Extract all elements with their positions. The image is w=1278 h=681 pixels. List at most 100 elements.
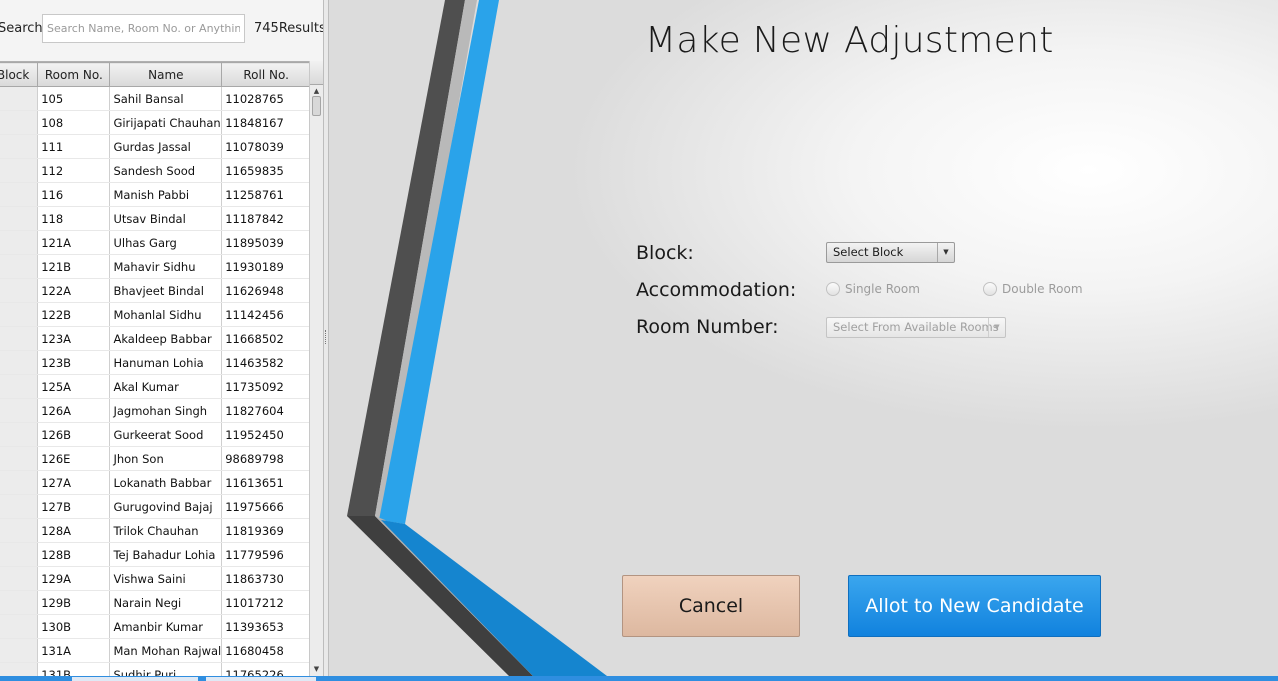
cell-block [0,590,39,615]
column-header-roll[interactable]: Roll No. [221,62,311,87]
table-row[interactable]: 127B Gurugovind Bajaj 11975666 [0,494,311,519]
cell-roll-no: 11680458 [221,638,311,663]
table-row[interactable]: 126A Jagmohan Singh 11827604 [0,398,311,423]
cell-room-no: 126A [37,398,111,423]
table-row[interactable]: 123A Akaldeep Babbar 11668502 [0,326,311,351]
cell-name: Sandesh Sood [109,158,223,183]
cancel-button[interactable]: Cancel [622,575,800,637]
cell-name: Man Mohan Rajwal [109,638,223,663]
cell-name: Narain Negi [109,590,223,615]
cell-name: Gurdas Jassal [109,134,223,159]
table-row[interactable]: 123B Hanuman Lohia 11463582 [0,350,311,375]
table-row[interactable]: 130B Amanbir Kumar 11393653 [0,614,311,639]
cell-block [0,542,39,567]
cell-block [0,662,39,676]
table-row[interactable]: 126B Gurkeerat Sood 11952450 [0,422,311,447]
cell-block [0,350,39,375]
table-row[interactable]: 108 Girijapati Chauhan 11848167 [0,110,311,135]
table-row[interactable]: 121B Mahavir Sidhu 11930189 [0,254,311,279]
double-room-radio[interactable]: Double Room [983,282,1083,296]
table-row[interactable]: 111 Gurdas Jassal 11078039 [0,134,311,159]
cell-room-no: 126B [37,422,111,447]
table-scrollbar[interactable]: ▲ ▼ [309,61,323,676]
allot-new-candidate-button[interactable]: Allot to New Candidate [848,575,1101,637]
cell-name: Trilok Chauhan [109,518,223,543]
cell-block [0,206,39,231]
single-room-radio[interactable]: Single Room [826,282,920,296]
taskbar-tab[interactable] [72,677,198,681]
cell-roll-no: 11819369 [221,518,311,543]
cell-name: Gurugovind Bajaj [109,494,223,519]
cell-block [0,566,39,591]
cell-room-no: 126E [37,446,111,471]
cell-room-no: 108 [37,110,111,135]
table-row[interactable]: 131A Man Mohan Rajwal 11680458 [0,638,311,663]
cell-name: Bhavjeet Bindal [109,278,223,303]
table-row[interactable]: 129B Narain Negi 11017212 [0,590,311,615]
table-row[interactable]: 125A Akal Kumar 11735092 [0,374,311,399]
table-row[interactable]: 131B Sudhir Puri 11765226 [0,662,311,676]
candidate-table: Block Room No. Name Roll No. 105 Sahil Ba… [0,61,323,676]
cell-name: Sudhir Puri [109,662,223,676]
cell-roll-no: 11895039 [221,230,311,255]
cell-roll-no: 11735092 [221,374,311,399]
cell-block [0,422,39,447]
cell-roll-no: 11779596 [221,542,311,567]
block-select[interactable]: Select Block ▼ [826,242,955,263]
table-row[interactable]: 105 Sahil Bansal 11028765 [0,86,311,111]
table-row[interactable]: 128B Tej Bahadur Lohia 11779596 [0,542,311,567]
radio-circle-icon [983,282,997,296]
gray-stripe-upper [375,0,477,520]
column-header-block[interactable]: Block [0,62,39,87]
cell-name: Lokanath Babbar [109,470,223,495]
cell-roll-no: 11863730 [221,566,311,591]
block-select-value: Select Block [833,245,904,259]
cell-name: Sahil Bansal [109,86,223,111]
cell-roll-no: 11848167 [221,110,311,135]
cell-room-no: 129B [37,590,111,615]
cell-roll-no: 11765226 [221,662,311,676]
column-header-name[interactable]: Name [109,62,223,87]
table-row[interactable]: 118 Utsav Bindal 11187842 [0,206,311,231]
column-header-room[interactable]: Room No. [37,62,111,87]
scrollbar-thumb[interactable] [312,96,321,116]
cell-name: Jhon Son [109,446,223,471]
cell-roll-no: 11187842 [221,206,311,231]
cell-room-no: 128A [37,518,111,543]
cell-roll-no: 11078039 [221,134,311,159]
table-row[interactable]: 127A Lokanath Babbar 11613651 [0,470,311,495]
table-row[interactable]: 129A Vishwa Saini 11863730 [0,566,311,591]
cell-room-no: 121A [37,230,111,255]
block-label: Block: [636,242,694,264]
cell-name: Tej Bahadur Lohia [109,542,223,567]
cell-room-no: 112 [37,158,111,183]
table-row[interactable]: 121A Ulhas Garg 11895039 [0,230,311,255]
double-room-label: Double Room [1002,282,1083,296]
cell-block [0,182,39,207]
cell-roll-no: 11463582 [221,350,311,375]
table-row[interactable]: 126E Jhon Son 98689798 [0,446,311,471]
room-number-select[interactable]: Select From Available Rooms ▼ [826,317,1006,338]
arrow-down-icon[interactable]: ▼ [312,665,321,674]
cell-name: Gurkeerat Sood [109,422,223,447]
cell-name: Hanuman Lohia [109,350,223,375]
results-count: 745Results [254,21,323,36]
taskbar-tab[interactable] [206,677,316,681]
table-row[interactable]: 116 Manish Pabbi 11258761 [0,182,311,207]
table-row[interactable]: 122A Bhavjeet Bindal 11626948 [0,278,311,303]
arrow-up-icon[interactable]: ▲ [312,87,321,96]
cell-room-no: 125A [37,374,111,399]
cell-block [0,230,39,255]
table-row[interactable]: 128A Trilok Chauhan 11819369 [0,518,311,543]
cell-room-no: 121B [37,254,111,279]
candidate-list-panel: Search 745Results Block Room No. Name Ro… [0,0,323,681]
cell-block [0,374,39,399]
cell-name: Akaldeep Babbar [109,326,223,351]
search-input[interactable] [42,14,245,43]
table-row[interactable]: 122B Mohanlal Sidhu 11142456 [0,302,311,327]
table-row[interactable]: 112 Sandesh Sood 11659835 [0,158,311,183]
cell-name: Jagmohan Singh [109,398,223,423]
cell-roll-no: 11028765 [221,86,311,111]
cell-block [0,278,39,303]
cell-room-no: 130B [37,614,111,639]
